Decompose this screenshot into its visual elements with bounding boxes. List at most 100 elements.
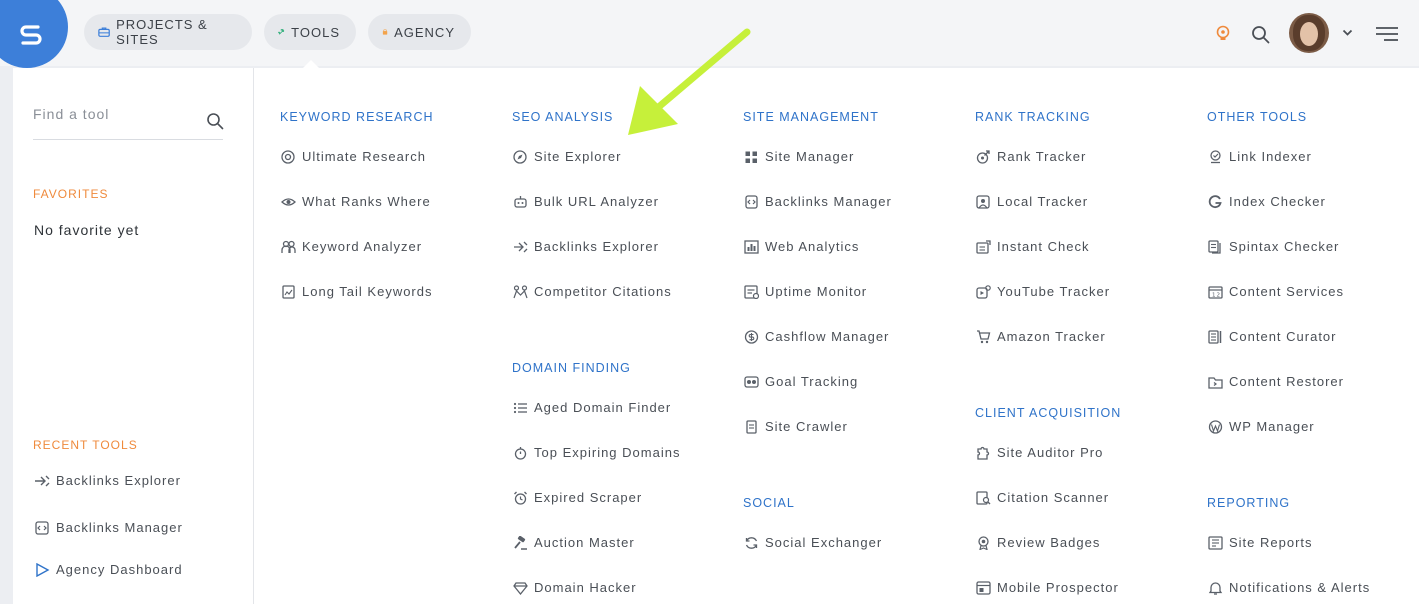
tool-cashflow-manager[interactable]: Cashflow Manager bbox=[744, 329, 889, 344]
lightbulb-icon[interactable] bbox=[1215, 25, 1231, 43]
tool-label: Top Expiring Domains bbox=[534, 445, 681, 460]
tool-label: Backlinks Manager bbox=[765, 194, 892, 209]
tool-wp-manager[interactable]: WP Manager bbox=[1208, 419, 1315, 434]
recent-item-agency-dashboard[interactable]: Agency Dashboard bbox=[34, 562, 183, 577]
copy-doc-icon bbox=[1208, 239, 1221, 254]
recent-item-backlinks-explorer[interactable]: Backlinks Explorer bbox=[34, 473, 181, 488]
heading-site-management: SITE MANAGEMENT bbox=[743, 110, 879, 124]
list-icon bbox=[513, 402, 527, 413]
nav-projects-sites[interactable]: PROJECTS & SITES bbox=[84, 14, 252, 50]
tool-youtube-tracker[interactable]: YouTube Tracker bbox=[976, 284, 1110, 299]
tool-bulk-url-analyzer[interactable]: Bulk URL Analyzer bbox=[513, 194, 659, 209]
tool-label: Backlinks Explorer bbox=[534, 239, 659, 254]
tool-notifications-alerts[interactable]: Notifications & Alerts bbox=[1208, 580, 1370, 595]
gavel-icon bbox=[514, 535, 527, 550]
tool-label: Notifications & Alerts bbox=[1229, 580, 1371, 595]
nav-agency[interactable]: AGENCY bbox=[368, 14, 471, 50]
search-icon[interactable] bbox=[1251, 25, 1270, 44]
tool-label: Spintax Checker bbox=[1229, 239, 1340, 254]
backlinks-manager-icon bbox=[35, 520, 49, 535]
logo[interactable] bbox=[0, 0, 68, 68]
tool-link-indexer[interactable]: Link Indexer bbox=[1208, 149, 1312, 164]
tool-mobile-prospector[interactable]: Mobile Prospector bbox=[976, 580, 1119, 595]
tool-label: YouTube Tracker bbox=[997, 284, 1111, 299]
find-tool-input[interactable] bbox=[33, 106, 193, 122]
tool-label: Long Tail Keywords bbox=[302, 284, 433, 299]
tool-citation-scanner[interactable]: Citation Scanner bbox=[976, 490, 1109, 505]
tool-content-curator[interactable]: Content Curator bbox=[1208, 329, 1337, 344]
tool-amazon-tracker[interactable]: Amazon Tracker bbox=[976, 329, 1106, 344]
tool-content-services[interactable]: 12 Content Services bbox=[1208, 284, 1344, 299]
logo-icon bbox=[20, 25, 42, 45]
chevron-down-icon[interactable] bbox=[1342, 29, 1353, 37]
tool-keyword-analyzer[interactable]: Keyword Analyzer bbox=[281, 239, 422, 254]
tool-label: Local Tracker bbox=[997, 194, 1089, 209]
tool-label: Expired Scraper bbox=[534, 490, 643, 505]
tool-aged-domain-finder[interactable]: Aged Domain Finder bbox=[513, 400, 671, 415]
tool-web-analytics[interactable]: Web Analytics bbox=[744, 239, 859, 254]
tool-what-ranks-where[interactable]: What Ranks Where bbox=[281, 194, 431, 209]
badge-icon bbox=[978, 535, 989, 550]
tool-social-exchanger[interactable]: Social Exchanger bbox=[744, 535, 882, 550]
play-icon bbox=[36, 562, 50, 577]
tool-goal-tracking[interactable]: Goal Tracking bbox=[744, 374, 858, 389]
cart-icon bbox=[977, 329, 991, 343]
tool-backlinks-explorer[interactable]: Backlinks Explorer bbox=[513, 239, 659, 254]
tool-label: Amazon Tracker bbox=[997, 329, 1106, 344]
recent-item-label: Backlinks Manager bbox=[56, 520, 183, 535]
tool-index-checker[interactable]: Index Checker bbox=[1208, 194, 1326, 209]
target-icon bbox=[281, 149, 295, 164]
tool-competitor-citations[interactable]: Competitor Citations bbox=[513, 284, 672, 299]
tool-label: WP Manager bbox=[1229, 419, 1315, 434]
tool-spintax-checker[interactable]: Spintax Checker bbox=[1208, 239, 1339, 254]
heading-other-tools: OTHER TOOLS bbox=[1207, 110, 1308, 124]
eye-icon bbox=[281, 197, 296, 206]
diamond-icon bbox=[513, 581, 528, 595]
tool-auction-master[interactable]: Auction Master bbox=[513, 535, 635, 550]
tool-label: Site Manager bbox=[765, 149, 855, 164]
compass-icon bbox=[513, 149, 527, 164]
tool-label: Index Checker bbox=[1229, 194, 1326, 209]
annotation-arrow bbox=[628, 28, 751, 135]
tool-site-explorer[interactable]: Site Explorer bbox=[513, 149, 621, 164]
heading-reporting: REPORTING bbox=[1207, 496, 1291, 510]
tool-label: Cashflow Manager bbox=[765, 329, 890, 344]
recent-item-backlinks-manager[interactable]: Backlinks Manager bbox=[34, 520, 183, 535]
search-icon[interactable] bbox=[206, 112, 224, 130]
nav-tools[interactable]: TOOLS bbox=[264, 14, 356, 50]
tool-expired-scraper[interactable]: Expired Scraper bbox=[513, 490, 642, 505]
tool-label: Instant Check bbox=[997, 239, 1090, 254]
tools-dropdown-panel: FAVORITES No favorite yet RECENT TOOLS B… bbox=[13, 68, 1419, 604]
tool-instant-check[interactable]: Instant Check bbox=[976, 239, 1090, 254]
tool-label: Bulk URL Analyzer bbox=[534, 194, 659, 209]
tool-uptime-monitor[interactable]: Uptime Monitor bbox=[744, 284, 867, 299]
tool-rank-tracker[interactable]: Rank Tracker bbox=[976, 149, 1086, 164]
tool-label: Competitor Citations bbox=[534, 284, 672, 299]
tool-ultimate-research[interactable]: Ultimate Research bbox=[281, 149, 426, 164]
citation-scanner-icon bbox=[976, 490, 991, 505]
goal-icon bbox=[744, 375, 759, 388]
tool-domain-hacker[interactable]: Domain Hacker bbox=[513, 580, 637, 595]
menu-icon[interactable] bbox=[1375, 26, 1399, 42]
youtube-tracker-icon bbox=[976, 284, 991, 299]
heading-seo-analysis: SEO ANALYSIS bbox=[512, 110, 614, 124]
tool-label: Site Auditor Pro bbox=[997, 445, 1104, 460]
tool-backlinks-manager[interactable]: Backlinks Manager bbox=[744, 194, 892, 209]
tool-local-tracker[interactable]: Local Tracker bbox=[976, 194, 1088, 209]
alarm-clock-icon bbox=[514, 491, 527, 505]
content-curator-icon bbox=[1208, 329, 1222, 344]
tool-top-expiring-domains[interactable]: Top Expiring Domains bbox=[513, 445, 680, 460]
heading-keyword-research: KEYWORD RESEARCH bbox=[280, 110, 434, 124]
tool-long-tail-keywords[interactable]: Long Tail Keywords bbox=[281, 284, 433, 299]
tool-site-manager[interactable]: Site Manager bbox=[744, 149, 854, 164]
tool-site-reports[interactable]: Site Reports bbox=[1208, 535, 1313, 550]
heading-social: SOCIAL bbox=[743, 496, 795, 510]
robot-icon bbox=[514, 195, 527, 208]
monitor-icon bbox=[744, 284, 759, 299]
tool-site-crawler[interactable]: Site Crawler bbox=[744, 419, 848, 434]
tool-label: Link Indexer bbox=[1229, 149, 1312, 164]
tool-content-restorer[interactable]: Content Restorer bbox=[1208, 374, 1344, 389]
avatar[interactable] bbox=[1289, 13, 1329, 53]
tool-site-auditor-pro[interactable]: Site Auditor Pro bbox=[976, 445, 1103, 460]
tool-review-badges[interactable]: Review Badges bbox=[976, 535, 1100, 550]
